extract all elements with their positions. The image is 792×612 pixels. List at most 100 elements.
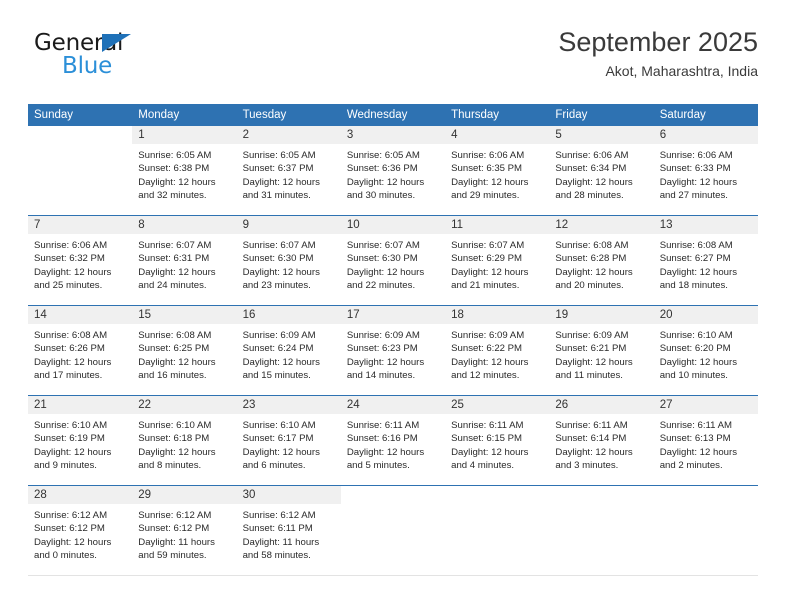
sunrise-text: Sunrise: 6:08 AM: [659, 240, 733, 251]
day-number: 23: [236, 396, 341, 414]
sunrise-text: Sunrise: 6:08 AM: [138, 330, 212, 341]
calendar-day: 18 Sunrise: 6:09 AM Sunset: 6:22 PM Dayligh…: [445, 306, 550, 395]
day-details: Sunrise: 6:07 AM Sunset: 6:29 PM Daylight:…: [445, 234, 549, 293]
day-number: 27: [653, 396, 758, 414]
weekday-header-tuesday: Tuesday: [236, 104, 341, 126]
brand-logo[interactable]: General Blue: [34, 32, 174, 86]
day-number: 6: [653, 126, 758, 144]
calendar-day-cell[interactable]: 13 Sunrise: 6:08 AM Sunset: 6:27 PM Dayligh…: [653, 215, 758, 306]
calendar-day-cell[interactable]: 7 Sunrise: 6:06 AM Sunset: 6:32 PM Daylight…: [28, 215, 133, 306]
daylight-text-line1: Daylight: 12 hours: [34, 536, 112, 548]
calendar-day: 17 Sunrise: 6:09 AM Sunset: 6:23 PM Dayligh…: [340, 306, 446, 395]
title-block: September 2025 Akot, Maharashtra, India: [558, 26, 758, 80]
calendar-day-cell[interactable]: 25 Sunrise: 6:11 AM Sunset: 6:15 PM Dayligh…: [445, 395, 550, 486]
day-number: 30: [236, 486, 341, 504]
day-number: 18: [445, 306, 550, 324]
sunrise-text: Sunrise: 6:06 AM: [659, 150, 733, 161]
day-number: 24: [340, 396, 446, 414]
calendar-day-cell[interactable]: 9 Sunrise: 6:07 AM Sunset: 6:30 PM Daylight…: [236, 215, 341, 306]
daylight-text-line2: and 10 minutes.: [659, 370, 728, 382]
day-number: 13: [653, 216, 758, 234]
calendar-day-cell[interactable]: 17 Sunrise: 6:09 AM Sunset: 6:23 PM Dayligh…: [340, 305, 446, 396]
calendar-day-cell: [653, 485, 758, 576]
sunset-text: Sunset: 6:14 PM: [555, 433, 627, 445]
sunset-text: Sunset: 6:19 PM: [34, 433, 105, 445]
calendar-day-cell[interactable]: 18 Sunrise: 6:09 AM Sunset: 6:22 PM Dayligh…: [445, 305, 550, 396]
calendar-day-empty: [341, 486, 445, 575]
daylight-text-line1: Daylight: 12 hours: [346, 176, 425, 188]
sunset-text: Sunset: 6:18 PM: [138, 433, 210, 445]
daylight-text-line2: and 32 minutes.: [138, 190, 207, 202]
sunrise-text: Sunrise: 6:10 AM: [659, 330, 733, 341]
day-number: 2: [236, 126, 341, 144]
calendar-day-cell[interactable]: 1 Sunrise: 6:05 AM Sunset: 6:38 PM Daylight…: [132, 126, 237, 216]
day-number: 29: [132, 486, 237, 504]
calendar-day-cell[interactable]: 20 Sunrise: 6:10 AM Sunset: 6:20 PM Dayligh…: [653, 305, 758, 396]
calendar-day-cell[interactable]: 8 Sunrise: 6:07 AM Sunset: 6:31 PM Daylight…: [132, 215, 237, 306]
calendar-day: 10 Sunrise: 6:07 AM Sunset: 6:30 PM Dayligh…: [340, 216, 446, 305]
day-number: [654, 486, 758, 504]
sunset-text: Sunset: 6:17 PM: [242, 433, 314, 445]
calendar-day-cell[interactable]: 22 Sunrise: 6:10 AM Sunset: 6:18 PM Dayligh…: [132, 395, 237, 486]
calendar-day: 15 Sunrise: 6:08 AM Sunset: 6:25 PM Dayligh…: [132, 306, 237, 395]
calendar-week-row: 7 Sunrise: 6:06 AM Sunset: 6:32 PM Daylight…: [28, 215, 758, 306]
sunrise-text: Sunrise: 6:05 AM: [242, 150, 316, 161]
calendar-day-cell[interactable]: 24 Sunrise: 6:11 AM Sunset: 6:16 PM Dayligh…: [340, 395, 446, 486]
calendar-day-cell[interactable]: 10 Sunrise: 6:07 AM Sunset: 6:30 PM Dayligh…: [340, 215, 446, 306]
calendar-day-cell[interactable]: 12 Sunrise: 6:08 AM Sunset: 6:28 PM Dayligh…: [549, 215, 654, 306]
day-number: 4: [445, 126, 550, 144]
calendar-day-cell[interactable]: 4 Sunrise: 6:06 AM Sunset: 6:35 PM Daylight…: [445, 126, 550, 216]
daylight-text-line1: Daylight: 12 hours: [659, 356, 738, 368]
calendar-day-empty: [445, 486, 549, 575]
calendar-day-cell[interactable]: 15 Sunrise: 6:08 AM Sunset: 6:25 PM Dayligh…: [132, 305, 237, 396]
calendar-day-cell[interactable]: 11 Sunrise: 6:07 AM Sunset: 6:29 PM Dayligh…: [445, 215, 550, 306]
calendar-day-cell[interactable]: 26 Sunrise: 6:11 AM Sunset: 6:14 PM Dayligh…: [549, 395, 654, 486]
daylight-text-line2: and 6 minutes.: [242, 460, 306, 472]
calendar-day-cell[interactable]: 5 Sunrise: 6:06 AM Sunset: 6:34 PM Daylight…: [549, 126, 654, 216]
calendar-day-empty: [28, 126, 132, 215]
daylight-text-line2: and 24 minutes.: [138, 280, 207, 292]
calendar-day-cell[interactable]: 6 Sunrise: 6:06 AM Sunset: 6:33 PM Daylight…: [653, 126, 758, 216]
daylight-text-line1: Daylight: 12 hours: [555, 446, 633, 458]
calendar-day-cell[interactable]: 16 Sunrise: 6:09 AM Sunset: 6:24 PM Dayligh…: [236, 305, 341, 396]
day-number: [445, 486, 549, 504]
calendar-day-cell[interactable]: 19 Sunrise: 6:09 AM Sunset: 6:21 PM Dayligh…: [549, 305, 654, 396]
daylight-text-line1: Daylight: 12 hours: [555, 356, 633, 368]
day-details: Sunrise: 6:06 AM Sunset: 6:35 PM Daylight:…: [445, 144, 549, 203]
calendar-day: 1 Sunrise: 6:05 AM Sunset: 6:38 PM Daylight…: [132, 126, 237, 215]
daylight-text-line1: Daylight: 12 hours: [451, 176, 529, 188]
calendar-day-cell: [28, 126, 132, 216]
daylight-text-line1: Daylight: 12 hours: [138, 176, 216, 188]
calendar-day-cell[interactable]: 28 Sunrise: 6:12 AM Sunset: 6:12 PM Dayligh…: [28, 485, 133, 576]
calendar-day: 26 Sunrise: 6:11 AM Sunset: 6:14 PM Dayligh…: [549, 396, 654, 485]
calendar-day-cell[interactable]: 3 Sunrise: 6:05 AM Sunset: 6:36 PM Daylight…: [340, 126, 446, 216]
calendar-day-cell[interactable]: 23 Sunrise: 6:10 AM Sunset: 6:17 PM Dayligh…: [236, 395, 341, 486]
weekday-header-saturday: Saturday: [653, 104, 758, 126]
page-header: General Blue September 2025 Akot, Mahara…: [28, 26, 758, 98]
calendar-day: 4 Sunrise: 6:06 AM Sunset: 6:35 PM Daylight…: [445, 126, 550, 215]
calendar-day: 8 Sunrise: 6:07 AM Sunset: 6:31 PM Daylight…: [132, 216, 237, 305]
calendar-day-cell[interactable]: 2 Sunrise: 6:05 AM Sunset: 6:37 PM Daylight…: [236, 126, 341, 216]
daylight-text-line2: and 58 minutes.: [242, 550, 311, 562]
calendar-day-cell[interactable]: 30 Sunrise: 6:12 AM Sunset: 6:11 PM Dayligh…: [236, 485, 341, 576]
calendar-day: 28 Sunrise: 6:12 AM Sunset: 6:12 PM Dayligh…: [28, 486, 133, 575]
calendar-day-cell[interactable]: 29 Sunrise: 6:12 AM Sunset: 6:12 PM Dayligh…: [132, 485, 237, 576]
sunset-text: Sunset: 6:12 PM: [138, 523, 210, 535]
calendar-day-cell[interactable]: 21 Sunrise: 6:10 AM Sunset: 6:19 PM Dayligh…: [28, 395, 133, 486]
daylight-text-line2: and 12 minutes.: [451, 370, 520, 382]
calendar-day-cell[interactable]: 14 Sunrise: 6:08 AM Sunset: 6:26 PM Dayligh…: [28, 305, 133, 396]
calendar-day: 12 Sunrise: 6:08 AM Sunset: 6:28 PM Dayligh…: [549, 216, 654, 305]
daylight-text-line2: and 22 minutes.: [346, 280, 416, 292]
calendar-day-cell: [445, 485, 550, 576]
daylight-text-line2: and 16 minutes.: [138, 370, 207, 382]
day-details: Sunrise: 6:08 AM Sunset: 6:28 PM Daylight:…: [549, 234, 653, 293]
day-number: 19: [549, 306, 654, 324]
calendar-day: 24 Sunrise: 6:11 AM Sunset: 6:16 PM Dayligh…: [340, 396, 446, 485]
sunset-text: Sunset: 6:20 PM: [659, 343, 731, 355]
day-details: Sunrise: 6:07 AM Sunset: 6:30 PM Daylight:…: [237, 234, 341, 293]
daylight-text-line2: and 3 minutes.: [555, 460, 619, 472]
calendar-day-cell: [340, 485, 446, 576]
daylight-text-line1: Daylight: 12 hours: [138, 446, 216, 458]
calendar-grid: Sunday Monday Tuesday Wednesday Thursday…: [28, 104, 758, 576]
calendar-day-cell[interactable]: 27 Sunrise: 6:11 AM Sunset: 6:13 PM Dayligh…: [653, 395, 758, 486]
